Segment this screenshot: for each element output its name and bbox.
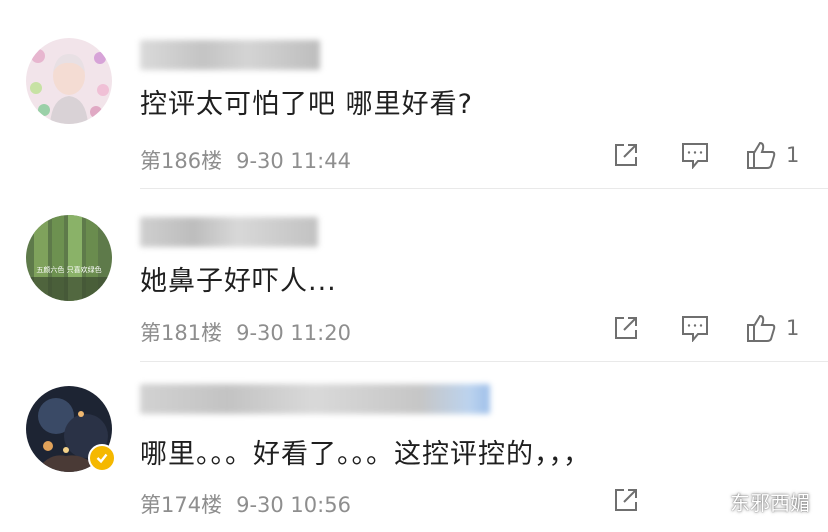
verified-badge-icon	[88, 444, 116, 472]
floor-number: 第186楼	[140, 149, 223, 173]
comment-meta: 第174楼 9-30 10:56	[140, 489, 351, 519]
share-icon	[615, 317, 637, 339]
timestamp: 9-30 11:20	[236, 321, 351, 345]
watermark: 东邪西媚	[696, 487, 810, 516]
username[interactable]	[140, 217, 318, 247]
avatar[interactable]	[26, 38, 112, 124]
like-icon	[747, 314, 776, 342]
avatar-caption: 五颜六色 只喜欢绿色	[36, 265, 101, 274]
comment-meta: 第186楼 9-30 11:44	[140, 145, 351, 175]
comment-text: 控评太可怕了吧 哪里好看?	[140, 89, 473, 120]
like-count: 1	[786, 143, 800, 167]
reply-button[interactable]	[681, 142, 709, 169]
watermark-text: 东邪西媚	[730, 491, 810, 515]
timestamp: 9-30 11:44	[236, 149, 351, 173]
comment-item: 五颜六色 只喜欢绿色 她鼻子好吓人... 第181楼 9-30 11:20 1	[0, 189, 828, 361]
like-button[interactable]: 1	[746, 140, 799, 170]
reply-button[interactable]	[681, 315, 709, 342]
username[interactable]	[140, 40, 320, 70]
comment-text: 哪里。。。好看了。。。这控评控的，，，	[140, 439, 591, 470]
comment-icon	[682, 316, 708, 342]
comment-icon	[682, 143, 708, 169]
like-icon	[747, 141, 776, 169]
share-button[interactable]	[613, 142, 639, 168]
comment-item: 控评太可怕了吧 哪里好看? 第186楼 9-30 11:44 1	[0, 0, 828, 188]
share-icon	[615, 144, 637, 166]
share-icon	[615, 489, 637, 511]
share-button[interactable]	[613, 487, 639, 513]
like-count: 1	[786, 316, 800, 340]
floor-number: 第181楼	[140, 321, 223, 345]
share-button[interactable]	[613, 315, 639, 341]
floor-number: 第174楼	[140, 493, 223, 517]
comment-meta: 第181楼 9-30 11:20	[140, 317, 351, 347]
wechat-icon	[696, 490, 724, 512]
like-button[interactable]: 1	[746, 313, 799, 343]
timestamp: 9-30 10:56	[236, 493, 351, 517]
username[interactable]	[140, 384, 490, 414]
avatar[interactable]: 五颜六色 只喜欢绿色	[26, 215, 112, 301]
comment-text: 她鼻子好吓人...	[140, 266, 337, 297]
